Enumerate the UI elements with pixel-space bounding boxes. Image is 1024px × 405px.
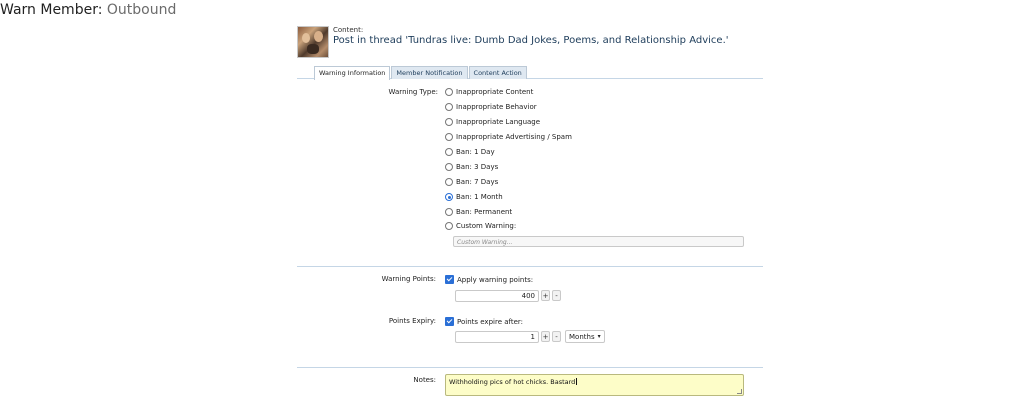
warning-option-ban-3-days[interactable]: Ban: 3 Days — [445, 163, 498, 171]
checkbox-label: Points expire after: — [457, 317, 524, 326]
tab-content-action[interactable]: Content Action — [468, 66, 527, 79]
option-label: Inappropriate Content — [456, 88, 534, 96]
radio-button[interactable] — [445, 88, 453, 96]
tab-member-notification[interactable]: Member Notification — [391, 66, 468, 79]
warning-option-inappropriate-behavior[interactable]: Inappropriate Behavior — [445, 103, 537, 111]
tab-bar: Warning Information Member Notification … — [314, 66, 528, 80]
radio-button[interactable] — [445, 148, 453, 156]
points-expire-checkbox[interactable] — [445, 317, 454, 326]
chevron-down-icon: ▾ — [597, 332, 601, 340]
tab-warning-information[interactable]: Warning Information — [314, 66, 391, 80]
text-caret — [576, 378, 578, 385]
option-label: Ban: 1 Day — [456, 148, 495, 156]
radio-button-selected[interactable] — [445, 193, 453, 201]
warning-type-label: Warning Type: — [388, 88, 438, 96]
warning-option-ban-1-month[interactable]: Ban: 1 Month — [445, 193, 503, 201]
points-expiry-decrement-button[interactable]: - — [552, 331, 561, 342]
option-label: Ban: 3 Days — [456, 163, 499, 171]
section-divider — [297, 266, 763, 267]
warning-points-increment-button[interactable]: + — [541, 290, 550, 301]
radio-button[interactable] — [445, 163, 453, 171]
warning-points-label: Warning Points: — [381, 275, 436, 283]
page-title-prefix: Warn Member: — [0, 2, 103, 18]
warning-option-inappropriate-language[interactable]: Inappropriate Language — [445, 118, 540, 126]
option-label: Inappropriate Behavior — [456, 103, 537, 111]
warning-points-decrement-button[interactable]: - — [552, 290, 561, 301]
radio-button[interactable] — [445, 222, 453, 230]
points-expiry-label: Points Expiry: — [388, 317, 436, 325]
option-label: Ban: Permanent — [456, 208, 513, 216]
points-expiry-increment-button[interactable]: + — [541, 331, 550, 342]
option-label: Inappropriate Language — [456, 118, 541, 126]
select-value: Months — [569, 332, 595, 341]
radio-button[interactable] — [445, 178, 453, 186]
warning-option-ban-permanent[interactable]: Ban: Permanent — [445, 208, 512, 216]
points-expiry-unit-select[interactable]: Months ▾ — [565, 330, 605, 343]
avatar[interactable] — [297, 26, 329, 58]
page-title: Warn Member: Outbound — [0, 2, 176, 18]
checkbox-label: Apply warning points: — [457, 275, 534, 284]
notes-label: Notes: — [413, 376, 436, 384]
radio-button[interactable] — [445, 208, 453, 216]
warning-option-inappropriate-advertising[interactable]: Inappropriate Advertising / Spam — [445, 133, 572, 141]
warning-points-input[interactable]: 400 — [455, 290, 539, 302]
warning-option-ban-7-days[interactable]: Ban: 7 Days — [445, 178, 498, 186]
notes-textarea[interactable]: Withholding pics of hot chicks. Bastard — [445, 374, 744, 396]
section-divider — [297, 367, 763, 368]
notes-text: Withholding pics of hot chicks. Bastard — [449, 378, 576, 386]
points-expiry-input[interactable]: 1 — [455, 331, 539, 343]
custom-warning-input[interactable]: Custom Warning... — [453, 236, 744, 247]
warning-option-ban-1-day[interactable]: Ban: 1 Day — [445, 148, 495, 156]
radio-button[interactable] — [445, 103, 453, 111]
radio-button[interactable] — [445, 133, 453, 141]
warning-option-inappropriate-content[interactable]: Inappropriate Content — [445, 88, 533, 96]
apply-warning-points-checkbox-row[interactable]: Apply warning points: — [445, 275, 533, 284]
option-label: Ban: 1 Month — [456, 193, 503, 201]
option-label: Inappropriate Advertising / Spam — [456, 133, 572, 141]
option-label: Custom Warning: — [456, 222, 517, 230]
points-expire-checkbox-row[interactable]: Points expire after: — [445, 317, 523, 326]
apply-warning-points-checkbox[interactable] — [445, 275, 454, 284]
content-label: Content: — [333, 26, 364, 34]
warning-option-custom[interactable]: Custom Warning: — [445, 222, 516, 230]
content-link[interactable]: Post in thread 'Tundras live: Dumb Dad J… — [333, 35, 729, 46]
radio-button[interactable] — [445, 118, 453, 126]
member-name: Outbound — [106, 2, 177, 18]
resize-handle-icon[interactable] — [737, 389, 742, 394]
option-label: Ban: 7 Days — [456, 178, 499, 186]
